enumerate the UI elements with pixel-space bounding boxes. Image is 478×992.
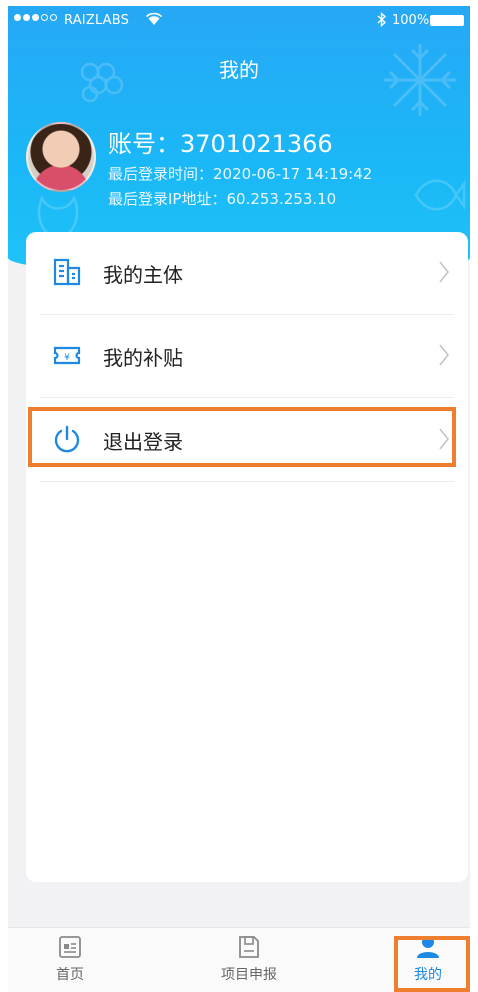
tab-label: 首页 <box>56 967 84 983</box>
project-file-icon <box>239 936 259 958</box>
chevron-right-icon <box>439 428 450 450</box>
subsidy-ticket-icon: ¥ <box>53 346 81 365</box>
last-login-time-value: 2020-06-17 14:19:42 <box>213 165 373 183</box>
power-icon <box>54 425 80 453</box>
menu-item-label: 我的补贴 <box>103 346 183 370</box>
tab-mine[interactable]: 我的 <box>368 934 470 984</box>
user-icon <box>417 936 439 958</box>
divider <box>40 397 454 398</box>
battery-icon <box>430 15 464 26</box>
signal-strength-icon <box>14 14 57 21</box>
building-icon <box>53 258 81 286</box>
wifi-icon <box>146 12 162 25</box>
chevron-right-icon <box>439 344 450 366</box>
status-bar: RAIZLABS 100% <box>8 6 470 34</box>
app-screen: RAIZLABS 100% 我的 账号：3701021366 最后登录时间：20… <box>8 6 470 992</box>
menu-item-my-entity[interactable]: 我的主体 <box>26 232 468 314</box>
divider <box>40 481 454 482</box>
avatar[interactable] <box>26 122 96 192</box>
svg-text:¥: ¥ <box>64 353 70 363</box>
tab-home[interactable]: 首页 <box>10 934 130 984</box>
tab-label: 我的 <box>414 967 442 983</box>
bluetooth-icon <box>377 12 387 27</box>
last-login-time-label: 最后登录时间： <box>108 165 214 183</box>
account-number: 3701021366 <box>180 130 333 158</box>
home-news-icon <box>59 936 81 958</box>
tab-project-application[interactable]: 项目申报 <box>189 934 309 984</box>
menu-item-my-subsidy[interactable]: ¥ 我的补贴 <box>26 315 468 397</box>
battery-percentage: 100% <box>392 13 430 28</box>
carrier-name: RAIZLABS <box>64 13 130 28</box>
account-line: 账号：3701021366 <box>108 124 333 159</box>
menu-card: 我的主体 ¥ 我的补贴 退出登录 <box>26 232 468 882</box>
last-login-time-line: 最后登录时间：2020-06-17 14:19:42 <box>108 163 372 184</box>
last-login-ip-value: 60.253.253.10 <box>226 190 337 208</box>
last-login-ip-label: 最后登录IP地址： <box>108 190 227 208</box>
account-label: 账号： <box>108 130 180 158</box>
menu-item-label: 退出登录 <box>103 430 183 454</box>
fish-decoration-icon <box>414 179 466 211</box>
tab-label: 项目申报 <box>221 967 277 983</box>
menu-item-logout[interactable]: 退出登录 <box>26 399 468 481</box>
page-title: 我的 <box>219 58 259 82</box>
bottom-tab-bar: 首页 项目申报 我的 <box>8 927 470 992</box>
menu-item-label: 我的主体 <box>103 263 183 287</box>
last-login-ip-line: 最后登录IP地址：60.253.253.10 <box>108 188 336 209</box>
chevron-right-icon <box>439 261 450 283</box>
